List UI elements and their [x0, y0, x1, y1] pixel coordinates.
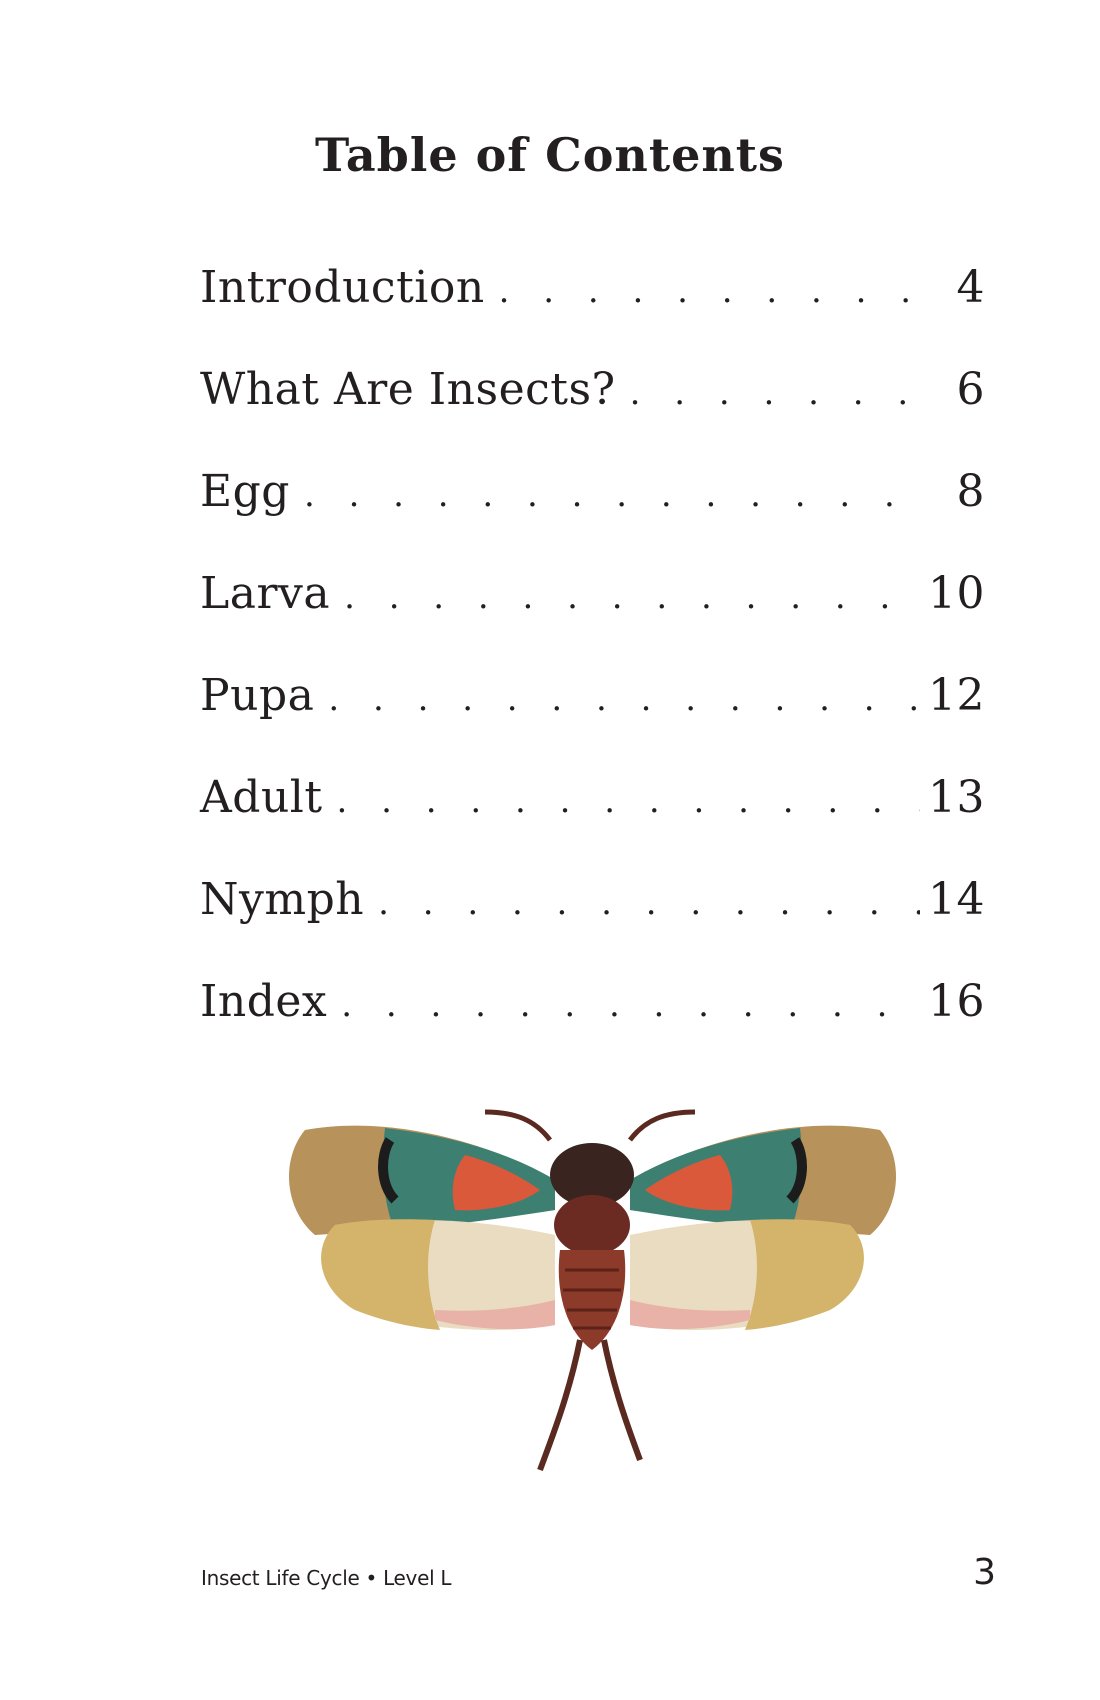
toc-page-number: 12	[928, 670, 985, 721]
toc-entry-nymph: Nymph 14	[200, 874, 985, 976]
toc-label: What Are Insects?	[200, 364, 616, 415]
toc-entry-larva: Larva 10	[200, 568, 985, 670]
table-of-contents: Introduction 4 What Are Insects? 6 Egg 8…	[200, 262, 985, 1078]
toc-leader-dots	[630, 373, 925, 413]
toc-label: Larva	[200, 568, 331, 619]
toc-entry-pupa: Pupa 12	[200, 670, 985, 772]
toc-label: Pupa	[200, 670, 315, 721]
toc-page-number: 13	[928, 772, 985, 823]
toc-label: Introduction	[200, 262, 485, 313]
toc-entry-what-are-insects: What Are Insects? 6	[200, 364, 985, 466]
book-info-footer: Insect Life Cycle • Level L	[201, 1566, 452, 1590]
toc-label: Nymph	[200, 874, 365, 925]
toc-page-number: 10	[928, 568, 985, 619]
toc-leader-dots	[499, 271, 925, 311]
toc-label: Index	[200, 976, 328, 1027]
toc-leader-dots	[337, 781, 920, 821]
toc-label: Adult	[200, 772, 323, 823]
toc-entry-egg: Egg 8	[200, 466, 985, 568]
toc-page-number: 16	[928, 976, 985, 1027]
toc-entry-index: Index 16	[200, 976, 985, 1078]
lanternfly-insect-illustration	[288, 1109, 897, 1472]
toc-entry-adult: Adult 13	[200, 772, 985, 874]
toc-page-number: 14	[928, 874, 985, 925]
toc-leader-dots	[328, 679, 920, 719]
page-number: 3	[973, 1552, 996, 1593]
toc-leader-dots	[344, 577, 920, 617]
toc-entry-introduction: Introduction 4	[200, 262, 985, 364]
toc-page-number: 6	[956, 364, 985, 415]
toc-leader-dots	[304, 475, 925, 515]
toc-label: Egg	[200, 466, 290, 517]
toc-page-number: 4	[956, 262, 985, 313]
toc-leader-dots	[341, 985, 920, 1025]
page-title: Table of Contents	[315, 128, 785, 182]
toc-page-number: 8	[956, 466, 985, 517]
toc-leader-dots	[378, 883, 920, 923]
